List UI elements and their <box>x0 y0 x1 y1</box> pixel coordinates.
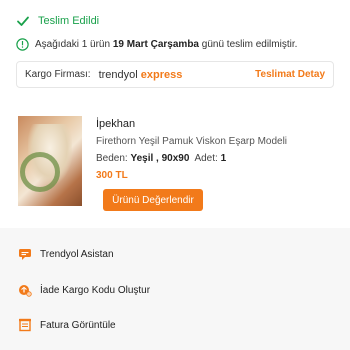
cargo-info-box: Kargo Firması: trendyol express Teslimat… <box>16 61 334 88</box>
delivery-info: Aşağıdaki 1 ürün 19 Mart Çarşamba günü t… <box>16 38 297 51</box>
cargo-label: Kargo Firması: <box>25 69 91 80</box>
delivery-detail-link[interactable]: Teslimat Detay <box>255 69 325 80</box>
delivery-date: 19 Mart Çarşamba <box>112 39 199 50</box>
product-price: 300 TL <box>96 170 128 181</box>
delivery-info-prefix: Aşağıdaki 1 ürün <box>35 39 111 50</box>
delivery-info-suffix: günü teslim edilmiştir. <box>201 39 298 50</box>
return-cargo-icon <box>19 285 32 297</box>
size-label: Beden: <box>96 153 128 164</box>
menu-item-label: İade Kargo Kodu Oluştur <box>40 284 151 296</box>
rate-product-button[interactable]: Ürünü Değerlendir <box>103 189 203 211</box>
chat-icon <box>19 249 31 260</box>
status-label: Teslim Edildi <box>38 15 100 27</box>
check-icon <box>17 16 29 26</box>
menu-item-return-cargo[interactable]: İade Kargo Kodu Oluştur <box>18 283 150 297</box>
cargo-brand-part2: express <box>140 68 183 81</box>
order-card: Teslim Edildi Aşağıdaki 1 ürün 19 Mart Ç… <box>0 0 350 228</box>
menu-item-label: Fatura Görüntüle <box>40 319 116 331</box>
invoice-icon <box>19 318 31 332</box>
delivery-status: Teslim Edildi <box>16 14 99 28</box>
qty-label: Adet: <box>194 153 218 164</box>
product-options: Beden: Yeşil , 90x90 Adet: 1 <box>96 153 226 164</box>
cargo-brand-logo: trendyol express <box>99 69 183 81</box>
cargo-brand-part1: trendyol <box>98 68 138 81</box>
menu-item-label: Trendyol Asistan <box>40 248 114 260</box>
product-name[interactable]: Firethorn Yeşil Pamuk Viskon Eşarp Model… <box>96 136 287 147</box>
menu-item-invoice[interactable]: Fatura Görüntüle <box>18 318 116 332</box>
qty-value: 1 <box>220 153 227 164</box>
menu-item-assistant[interactable]: Trendyol Asistan <box>18 247 114 261</box>
product-seller[interactable]: İpekhan <box>96 118 135 130</box>
info-icon <box>16 38 29 51</box>
size-value: Yeşil , 90x90 <box>130 153 190 164</box>
product-image[interactable] <box>18 116 82 206</box>
